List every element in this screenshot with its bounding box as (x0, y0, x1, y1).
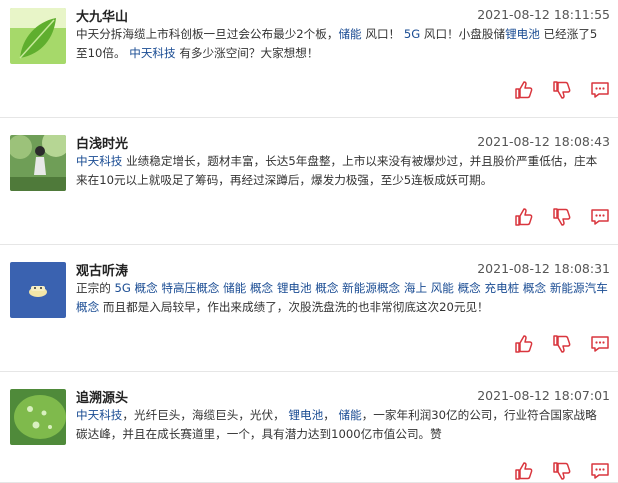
stock-tag-link[interactable]: 锂电池 概念 (277, 281, 339, 295)
timestamp: 2021-08-12 18:07:01 (477, 388, 610, 403)
timestamp: 2021-08-12 18:08:43 (477, 134, 610, 149)
thumbs-up-icon[interactable] (514, 80, 534, 100)
post-item: 白浅时光 2021-08-12 18:08:43 中天科技 业绩稳定增长，题材丰… (0, 127, 618, 245)
text-segment: 风口！小盘股储 (423, 27, 506, 41)
post-actions (514, 334, 610, 354)
post-item: 大九华山 2021-08-12 18:11:55 中天分拆海缆上市科创板一旦过会… (0, 0, 618, 118)
thumbs-up-icon[interactable] (514, 334, 534, 354)
stock-tag-link[interactable]: 充电桩 概念 (484, 281, 546, 295)
stock-tag-link[interactable]: 海上 风能 概念 (404, 281, 481, 295)
text-segment: 而且都是入局较早，作出来成绩了，次股洗盘洗的也非常彻底这次20元见！ (102, 300, 489, 314)
thumbs-up-icon[interactable] (514, 461, 534, 481)
timestamp: 2021-08-12 18:08:31 (477, 261, 610, 276)
username[interactable]: 白浅时光 (76, 133, 128, 152)
username[interactable]: 观古听涛 (76, 260, 128, 279)
stock-tag-link[interactable]: 新能源概念 (342, 281, 400, 295)
text-segment: 业绩稳定增长，题材丰富，长达5年盘整，上市以来没有被爆炒过，并且股价严重低估，庄… (76, 154, 598, 187)
post-item: 追溯源头 2021-08-12 18:07:01 中天科技，光纤巨头，海缆巨头，… (0, 381, 618, 483)
timestamp: 2021-08-12 18:11:55 (477, 7, 610, 22)
comment-icon[interactable] (590, 80, 610, 100)
post-content: 正宗的 5G 概念 特高压概念 储能 概念 锂电池 概念 新能源概念 海上 风能… (76, 279, 608, 317)
text-segment: 风口！ (365, 27, 401, 41)
text-segment: 有多少涨空间？大家想想！ (179, 46, 319, 60)
avatar[interactable] (10, 8, 66, 64)
post-content: 中天分拆海缆上市科创板一旦过会公布最少2个板，储能 风口！ 5G 风口！小盘股储… (76, 25, 608, 63)
stock-tag-link[interactable]: 锂电池 (505, 27, 540, 41)
text-segment: ，光纤巨头，海缆巨头，光伏， (122, 408, 285, 422)
avatar[interactable] (10, 135, 66, 191)
post-actions (514, 207, 610, 227)
comment-feed: 大九华山 2021-08-12 18:11:55 中天分拆海缆上市科创板一旦过会… (0, 0, 618, 483)
post-actions (514, 80, 610, 100)
text-segment: 正宗的 (76, 281, 111, 295)
avatar[interactable] (10, 262, 66, 318)
stock-tag-link[interactable]: 储能 概念 (223, 281, 273, 295)
username[interactable]: 大九华山 (76, 6, 128, 25)
comment-icon[interactable] (590, 461, 610, 481)
post-content: 中天科技，光纤巨头，海缆巨头，光伏， 锂电池， 储能，一家年利润30亿的公司，行… (76, 406, 608, 444)
thumbs-down-icon[interactable] (552, 334, 572, 354)
text-segment: 中天分拆海缆上市科创板一旦过会公布最少2个板， (76, 27, 339, 41)
thumbs-up-icon[interactable] (514, 207, 534, 227)
post-content: 中天科技 业绩稳定增长，题材丰富，长达5年盘整，上市以来没有被爆炒过，并且股价严… (76, 152, 608, 190)
comment-icon[interactable] (590, 207, 610, 227)
text-segment: ， (323, 408, 335, 422)
stock-tag-link[interactable]: 特高压概念 (161, 281, 219, 295)
thumbs-down-icon[interactable] (552, 207, 572, 227)
post-item: 观古听涛 2021-08-12 18:08:31 正宗的 5G 概念 特高压概念… (0, 254, 618, 372)
stock-tag-link[interactable]: 中天科技 (76, 408, 122, 422)
stock-tag-link[interactable]: 5G 概念 (114, 281, 157, 295)
stock-tag-link[interactable]: 中天科技 (129, 46, 175, 60)
stock-tag-link[interactable]: 中天科技 (76, 154, 122, 168)
username[interactable]: 追溯源头 (76, 387, 128, 406)
stock-tag-link[interactable]: 储能 (338, 27, 361, 41)
avatar[interactable] (10, 389, 66, 445)
stock-tag-link[interactable]: 储能 (339, 408, 362, 422)
thumbs-down-icon[interactable] (552, 80, 572, 100)
post-actions (514, 461, 610, 481)
thumbs-down-icon[interactable] (552, 461, 572, 481)
comment-icon[interactable] (590, 334, 610, 354)
stock-tag-link[interactable]: 锂电池 (288, 408, 323, 422)
stock-tag-link[interactable]: 5G (404, 27, 420, 41)
